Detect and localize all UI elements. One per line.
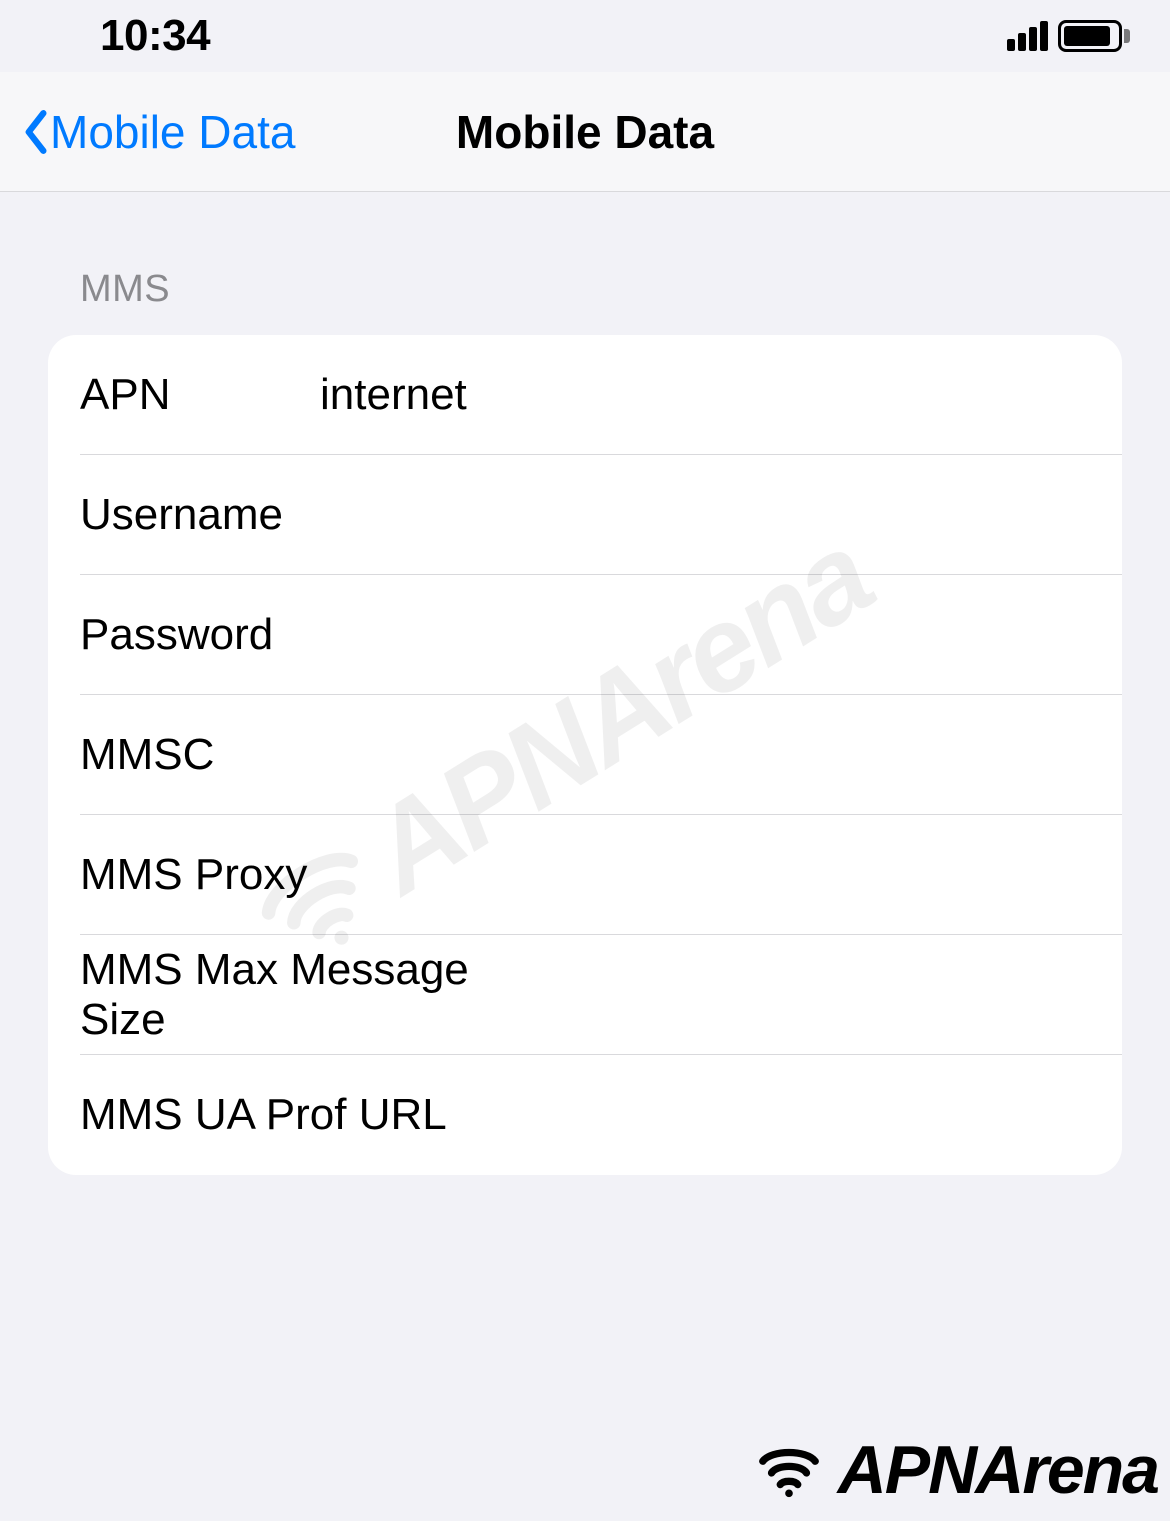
input-password[interactable] (320, 610, 1122, 660)
row-password[interactable]: Password (48, 575, 1122, 695)
row-mms-max-size[interactable]: MMS Max Message Size (48, 935, 1122, 1055)
input-mms-max-size[interactable] (547, 970, 1122, 1020)
row-mms-proxy[interactable]: MMS Proxy (48, 815, 1122, 935)
battery-icon (1058, 20, 1130, 52)
row-label-mms-max-size: MMS Max Message Size (80, 945, 547, 1045)
row-mms-ua-prof[interactable]: MMS UA Prof URL (48, 1055, 1122, 1175)
row-label-mms-proxy: MMS Proxy (80, 850, 320, 900)
row-label-password: Password (80, 610, 320, 660)
nav-header: Mobile Data Mobile Data (0, 72, 1170, 192)
content: MMS APN Username Password MMSC MMS Proxy… (0, 192, 1170, 1175)
status-icons (1007, 20, 1130, 52)
status-bar: 10:34 (0, 0, 1170, 72)
input-apn[interactable] (320, 370, 1122, 420)
row-label-mms-ua-prof: MMS UA Prof URL (80, 1090, 447, 1140)
row-apn[interactable]: APN (48, 335, 1122, 455)
back-button[interactable]: Mobile Data (22, 105, 295, 159)
input-mms-ua-prof[interactable] (447, 1090, 1122, 1140)
settings-group-mms: APN Username Password MMSC MMS Proxy MMS… (48, 335, 1122, 1175)
brand-logo-text: APNArena (838, 1431, 1158, 1509)
brand-logo: APNArena (744, 1431, 1158, 1509)
input-mmsc[interactable] (320, 730, 1122, 780)
wifi-icon (744, 1435, 834, 1505)
input-username[interactable] (320, 490, 1122, 540)
row-label-apn: APN (80, 370, 320, 420)
row-label-username: Username (80, 490, 320, 540)
status-time: 10:34 (100, 11, 210, 61)
input-mms-proxy[interactable] (320, 850, 1122, 900)
row-label-mmsc: MMSC (80, 730, 320, 780)
back-label: Mobile Data (50, 105, 295, 159)
signal-icon (1007, 21, 1048, 51)
row-username[interactable]: Username (48, 455, 1122, 575)
page-title: Mobile Data (456, 105, 714, 159)
row-mmsc[interactable]: MMSC (48, 695, 1122, 815)
section-header-mms: MMS (80, 268, 1122, 311)
chevron-left-icon (22, 109, 48, 155)
